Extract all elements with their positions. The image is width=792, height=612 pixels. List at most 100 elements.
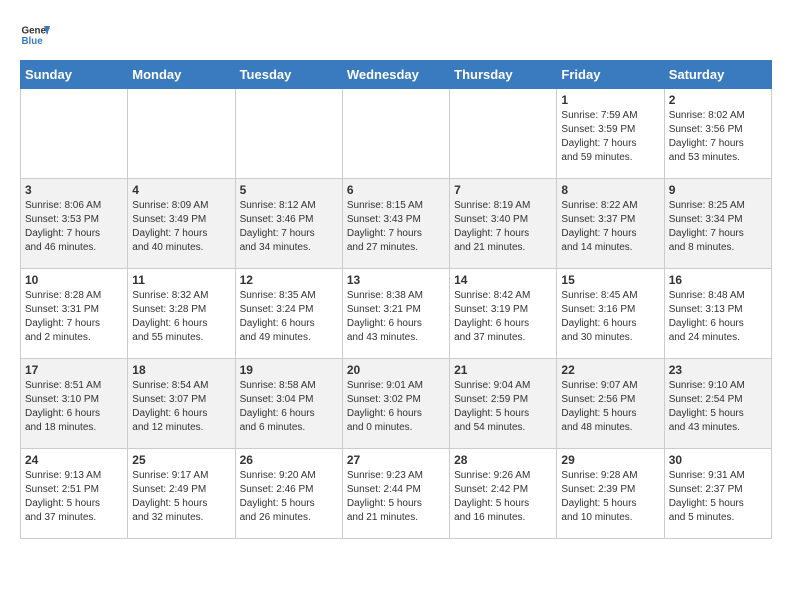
calendar-cell: 26 Sunrise: 9:20 AM Sunset: 2:46 PM Dayli…: [235, 449, 342, 539]
week-row-4: 24 Sunrise: 9:13 AM Sunset: 2:51 PM Dayli…: [21, 449, 772, 539]
day-number: 17: [25, 363, 123, 377]
day-info: Sunrise: 8:48 AM Sunset: 3:13 PM Dayligh…: [669, 289, 767, 345]
calendar-cell: 6 Sunrise: 8:15 AM Sunset: 3:43 PM Daylig…: [342, 179, 449, 269]
day-info: Sunrise: 9:26 AM Sunset: 2:42 PM Dayligh…: [454, 469, 552, 525]
day-number: 12: [240, 273, 338, 287]
day-info: Sunrise: 8:32 AM Sunset: 3:28 PM Dayligh…: [132, 289, 230, 345]
day-number: 4: [132, 183, 230, 197]
day-info: Sunrise: 8:22 AM Sunset: 3:37 PM Dayligh…: [561, 199, 659, 255]
calendar-cell: 23 Sunrise: 9:10 AM Sunset: 2:54 PM Dayli…: [664, 359, 771, 449]
calendar-cell: 28 Sunrise: 9:26 AM Sunset: 2:42 PM Dayli…: [450, 449, 557, 539]
calendar-cell: 30Sunrise: 9:31 AM Sunset: 2:37 PM Dayli…: [664, 449, 771, 539]
header-sunday: Sunday: [21, 61, 128, 89]
day-info: Sunrise: 8:38 AM Sunset: 3:21 PM Dayligh…: [347, 289, 445, 345]
calendar-cell: 8 Sunrise: 8:22 AM Sunset: 3:37 PM Daylig…: [557, 179, 664, 269]
calendar-cell: 15 Sunrise: 8:45 AM Sunset: 3:16 PM Dayli…: [557, 269, 664, 359]
logo-icon: General Blue: [20, 20, 50, 50]
calendar-cell: 13 Sunrise: 8:38 AM Sunset: 3:21 PM Dayli…: [342, 269, 449, 359]
day-info: Sunrise: 8:28 AM Sunset: 3:31 PM Dayligh…: [25, 289, 123, 345]
calendar-cell: 11 Sunrise: 8:32 AM Sunset: 3:28 PM Dayli…: [128, 269, 235, 359]
calendar-cell: 12 Sunrise: 8:35 AM Sunset: 3:24 PM Dayli…: [235, 269, 342, 359]
week-row-3: 17 Sunrise: 8:51 AM Sunset: 3:10 PM Dayli…: [21, 359, 772, 449]
day-info: Sunrise: 9:10 AM Sunset: 2:54 PM Dayligh…: [669, 379, 767, 435]
day-info: Sunrise: 8:35 AM Sunset: 3:24 PM Dayligh…: [240, 289, 338, 345]
header: General Blue: [20, 20, 772, 50]
day-info: Sunrise: 8:54 AM Sunset: 3:07 PM Dayligh…: [132, 379, 230, 435]
calendar-cell: [128, 89, 235, 179]
calendar-cell: [342, 89, 449, 179]
day-number: 24: [25, 453, 123, 467]
calendar-cell: 7 Sunrise: 8:19 AM Sunset: 3:40 PM Daylig…: [450, 179, 557, 269]
day-info: Sunrise: 9:01 AM Sunset: 3:02 PM Dayligh…: [347, 379, 445, 435]
calendar-cell: 17 Sunrise: 8:51 AM Sunset: 3:10 PM Dayli…: [21, 359, 128, 449]
day-number: 18: [132, 363, 230, 377]
header-wednesday: Wednesday: [342, 61, 449, 89]
calendar-cell: 1 Sunrise: 7:59 AM Sunset: 3:59 PM Daylig…: [557, 89, 664, 179]
day-number: 20: [347, 363, 445, 377]
header-friday: Friday: [557, 61, 664, 89]
day-info: Sunrise: 9:20 AM Sunset: 2:46 PM Dayligh…: [240, 469, 338, 525]
day-number: 28: [454, 453, 552, 467]
day-info: Sunrise: 8:58 AM Sunset: 3:04 PM Dayligh…: [240, 379, 338, 435]
day-info: Sunrise: 9:04 AM Sunset: 2:59 PM Dayligh…: [454, 379, 552, 435]
calendar-cell: 4 Sunrise: 8:09 AM Sunset: 3:49 PM Daylig…: [128, 179, 235, 269]
day-number: 25: [132, 453, 230, 467]
day-info: Sunrise: 7:59 AM Sunset: 3:59 PM Dayligh…: [561, 109, 659, 165]
calendar-cell: 29 Sunrise: 9:28 AM Sunset: 2:39 PM Dayli…: [557, 449, 664, 539]
day-number: 30: [669, 453, 767, 467]
calendar-cell: 19 Sunrise: 8:58 AM Sunset: 3:04 PM Dayli…: [235, 359, 342, 449]
day-number: 13: [347, 273, 445, 287]
calendar-cell: 10 Sunrise: 8:28 AM Sunset: 3:31 PM Dayli…: [21, 269, 128, 359]
day-info: Sunrise: 8:15 AM Sunset: 3:43 PM Dayligh…: [347, 199, 445, 255]
day-info: Sunrise: 9:07 AM Sunset: 2:56 PM Dayligh…: [561, 379, 659, 435]
day-number: 23: [669, 363, 767, 377]
calendar-header-row: SundayMondayTuesdayWednesdayThursdayFrid…: [21, 61, 772, 89]
day-number: 22: [561, 363, 659, 377]
calendar-cell: 5Sunrise: 8:12 AM Sunset: 3:46 PM Daylig…: [235, 179, 342, 269]
calendar-cell: [450, 89, 557, 179]
day-info: Sunrise: 8:45 AM Sunset: 3:16 PM Dayligh…: [561, 289, 659, 345]
day-number: 15: [561, 273, 659, 287]
calendar-table: SundayMondayTuesdayWednesdayThursdayFrid…: [20, 60, 772, 539]
day-number: 27: [347, 453, 445, 467]
calendar-cell: 24 Sunrise: 9:13 AM Sunset: 2:51 PM Dayli…: [21, 449, 128, 539]
header-thursday: Thursday: [450, 61, 557, 89]
day-number: 19: [240, 363, 338, 377]
day-info: Sunrise: 8:09 AM Sunset: 3:49 PM Dayligh…: [132, 199, 230, 255]
header-monday: Monday: [128, 61, 235, 89]
day-number: 16: [669, 273, 767, 287]
day-number: 2: [669, 93, 767, 107]
day-number: 21: [454, 363, 552, 377]
day-info: Sunrise: 8:12 AM Sunset: 3:46 PM Dayligh…: [240, 199, 338, 255]
day-number: 14: [454, 273, 552, 287]
day-info: Sunrise: 9:17 AM Sunset: 2:49 PM Dayligh…: [132, 469, 230, 525]
day-info: Sunrise: 8:19 AM Sunset: 3:40 PM Dayligh…: [454, 199, 552, 255]
day-number: 1: [561, 93, 659, 107]
day-number: 11: [132, 273, 230, 287]
day-info: Sunrise: 8:02 AM Sunset: 3:56 PM Dayligh…: [669, 109, 767, 165]
day-info: Sunrise: 8:25 AM Sunset: 3:34 PM Dayligh…: [669, 199, 767, 255]
day-number: 29: [561, 453, 659, 467]
day-info: Sunrise: 9:23 AM Sunset: 2:44 PM Dayligh…: [347, 469, 445, 525]
calendar-cell: 27 Sunrise: 9:23 AM Sunset: 2:44 PM Dayli…: [342, 449, 449, 539]
svg-text:Blue: Blue: [22, 36, 44, 47]
day-number: 9: [669, 183, 767, 197]
day-info: Sunrise: 9:28 AM Sunset: 2:39 PM Dayligh…: [561, 469, 659, 525]
day-number: 8: [561, 183, 659, 197]
header-saturday: Saturday: [664, 61, 771, 89]
day-number: 10: [25, 273, 123, 287]
calendar-cell: 25 Sunrise: 9:17 AM Sunset: 2:49 PM Dayli…: [128, 449, 235, 539]
day-number: 7: [454, 183, 552, 197]
calendar-cell: 9 Sunrise: 8:25 AM Sunset: 3:34 PM Daylig…: [664, 179, 771, 269]
day-number: 6: [347, 183, 445, 197]
calendar-cell: 14Sunrise: 8:42 AM Sunset: 3:19 PM Dayli…: [450, 269, 557, 359]
day-number: 3: [25, 183, 123, 197]
day-info: Sunrise: 8:51 AM Sunset: 3:10 PM Dayligh…: [25, 379, 123, 435]
calendar-cell: 16 Sunrise: 8:48 AM Sunset: 3:13 PM Dayli…: [664, 269, 771, 359]
header-tuesday: Tuesday: [235, 61, 342, 89]
week-row-0: 1 Sunrise: 7:59 AM Sunset: 3:59 PM Daylig…: [21, 89, 772, 179]
logo: General Blue: [20, 20, 54, 50]
day-info: Sunrise: 9:13 AM Sunset: 2:51 PM Dayligh…: [25, 469, 123, 525]
day-number: 26: [240, 453, 338, 467]
week-row-2: 10 Sunrise: 8:28 AM Sunset: 3:31 PM Dayli…: [21, 269, 772, 359]
